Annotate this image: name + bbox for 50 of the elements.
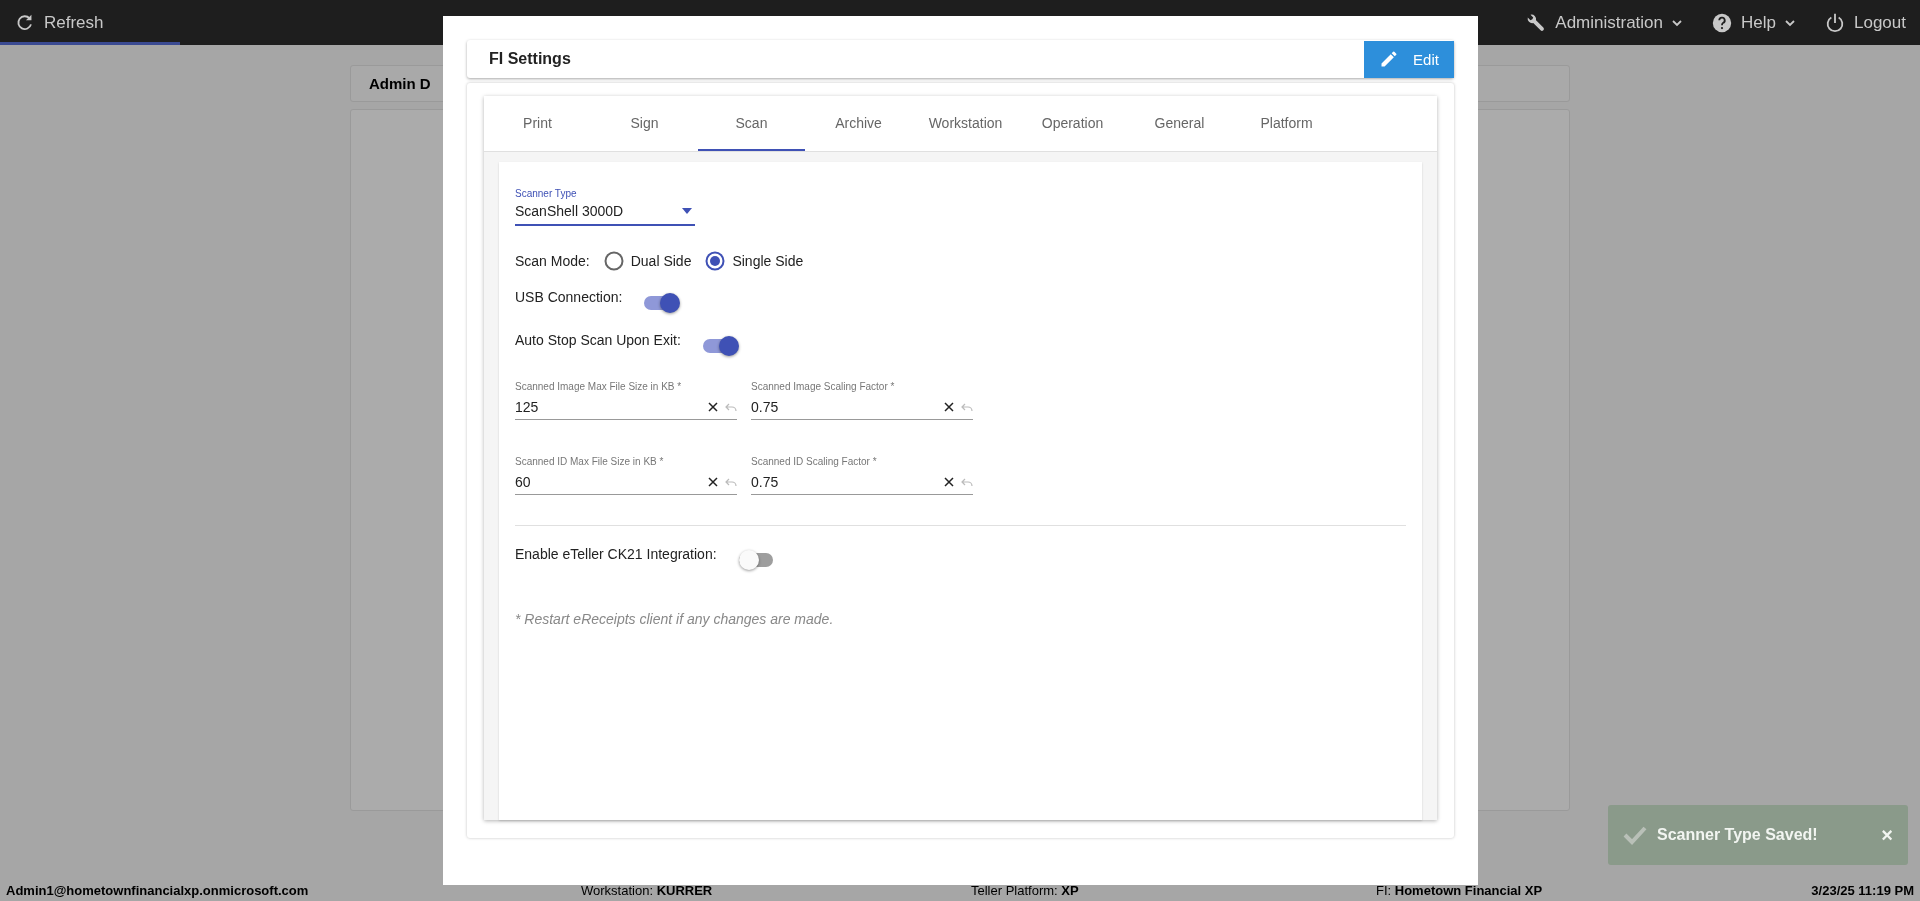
toggle-switch[interactable] — [702, 335, 739, 357]
radio-option[interactable]: Single Side — [705, 251, 804, 271]
field-label: Scanned Image Max File Size in KB * — [515, 381, 683, 392]
field-label: Scanner Type — [515, 188, 578, 199]
tab[interactable]: Operation — [1019, 96, 1126, 151]
field-label: Scanned ID Scaling Factor * — [751, 456, 878, 467]
toast-message: Scanner Type Saved! — [1657, 826, 1819, 844]
field-label: Scanned ID Max File Size in KB * — [515, 456, 665, 467]
radio-icon — [705, 251, 726, 271]
tab[interactable]: Platform — [1233, 96, 1340, 151]
input-field[interactable]: 60 — [515, 474, 701, 490]
dialog-title: FI Settings — [489, 50, 571, 68]
status-text: Workstation: KURRER — [581, 882, 714, 898]
input-field[interactable]: 125 — [515, 399, 701, 415]
checkmark-icon — [1623, 825, 1647, 845]
status-text: Teller Platform: XP — [971, 882, 1080, 898]
tab[interactable]: General — [1126, 96, 1233, 151]
nav-menu-button[interactable]: Logout — [1810, 0, 1920, 45]
status-text: FI: Hometown Financial XP — [1376, 882, 1544, 898]
toggle-switch[interactable] — [644, 292, 681, 314]
refresh-button[interactable]: Refresh — [0, 0, 118, 45]
tab[interactable]: Scan — [698, 96, 805, 151]
nav-menu-button[interactable]: Administration — [1511, 0, 1698, 45]
power-icon — [1824, 11, 1846, 34]
status-text: 3/23/25 11:19 PM — [1811, 882, 1914, 898]
toggle-label: USB Connection: — [515, 289, 623, 305]
nav-menu-button[interactable]: Help — [1697, 0, 1810, 45]
toggle-label: Enable eTeller CK21 Integration: — [515, 546, 717, 562]
tab[interactable]: Print — [484, 96, 591, 151]
clear-icon[interactable] — [707, 476, 719, 488]
input-field[interactable]: 0.75 — [751, 399, 937, 415]
dropdown-icon — [682, 208, 692, 214]
status-text: Admin1@hometownfinancialxp.onmicrosoft.com — [6, 882, 310, 898]
help-icon — [1711, 11, 1734, 34]
scan-mode-label: Scan Mode: — [515, 253, 590, 269]
clear-icon[interactable] — [943, 476, 955, 488]
clear-icon[interactable] — [707, 401, 719, 413]
tab[interactable]: Workstation — [912, 96, 1019, 151]
restart-note: * Restart eReceipts client if any changes are made. — [515, 611, 835, 627]
toggle-switch[interactable] — [738, 549, 775, 571]
radio-icon — [603, 251, 624, 271]
tab[interactable]: Sign — [591, 96, 698, 151]
radio-option[interactable]: Dual Side — [603, 251, 692, 271]
input-field[interactable]: 0.75 — [751, 474, 937, 490]
tab[interactable]: Archive — [805, 96, 912, 151]
field-label: Scanned Image Scaling Factor * — [751, 381, 896, 392]
scanner-type-dropdown[interactable]: ScanShell 3000D — [515, 199, 695, 226]
panel-title: Admin D — [369, 75, 431, 92]
clear-icon[interactable] — [943, 401, 955, 413]
toggle-label: Auto Stop Scan Upon Exit: — [515, 332, 681, 348]
